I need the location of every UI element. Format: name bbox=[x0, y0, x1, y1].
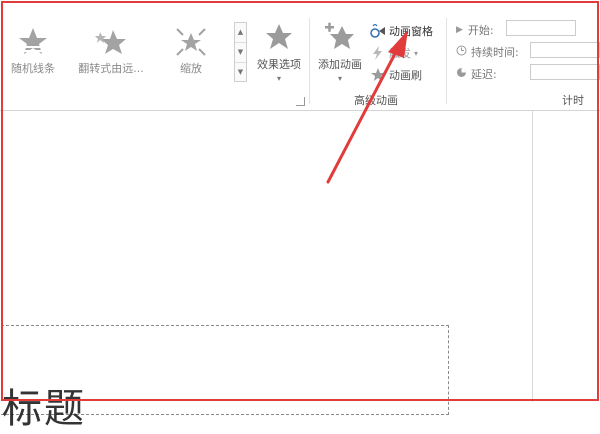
annotation-arrow bbox=[326, 30, 408, 184]
